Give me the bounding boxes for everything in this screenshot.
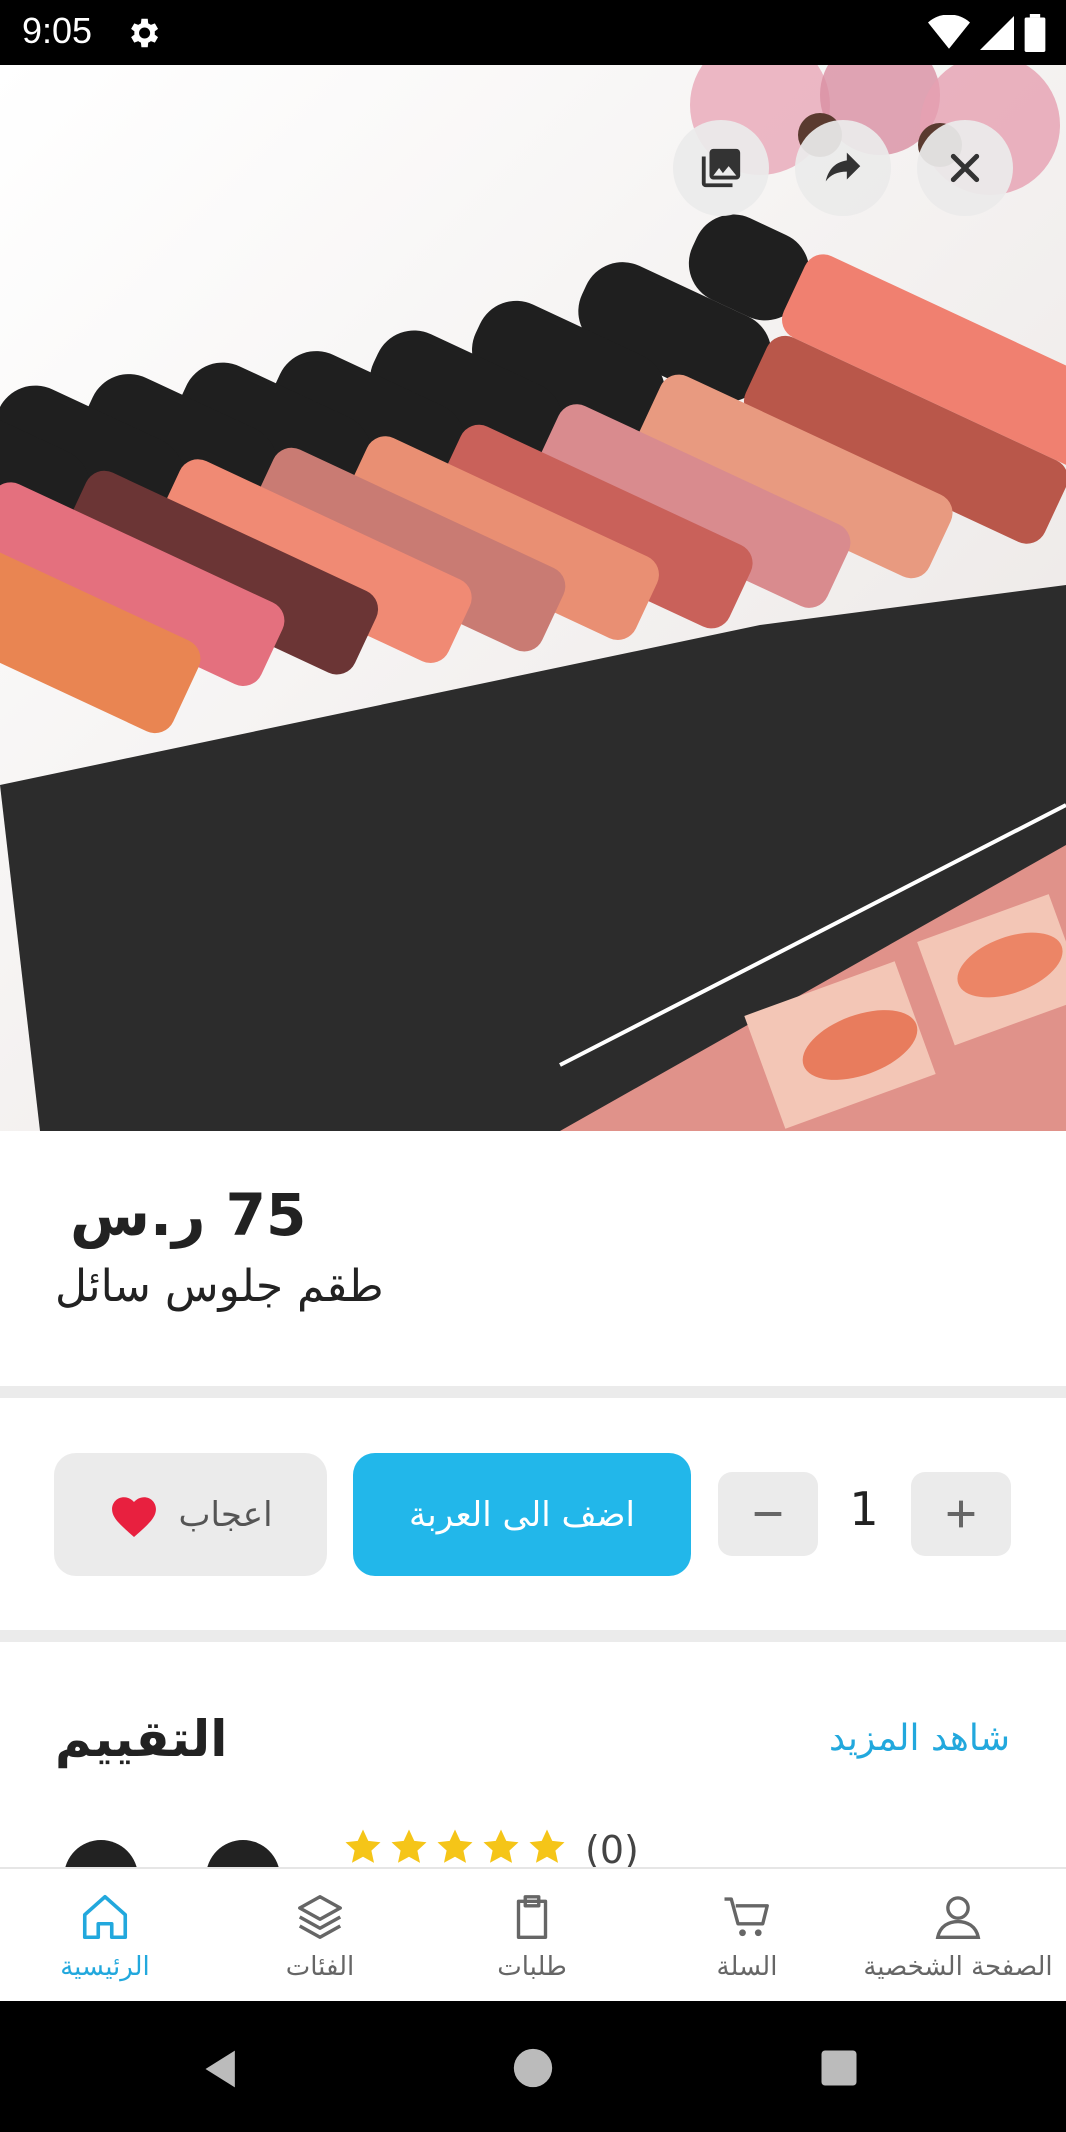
product-photo <box>0 65 1066 1131</box>
product-image[interactable] <box>0 65 1066 1131</box>
rating-stars <box>342 1826 568 1868</box>
decrease-quantity-button[interactable] <box>718 1472 818 1556</box>
status-icons <box>928 14 1046 52</box>
like-label: اعجاب <box>178 1494 273 1535</box>
share-button[interactable] <box>795 120 891 216</box>
star-icon <box>483 1829 519 1863</box>
star-icon <box>391 1829 427 1863</box>
star-icon <box>529 1829 565 1863</box>
nav-item-orders[interactable]: طلبات <box>467 1869 597 2003</box>
clipboard-icon <box>516 1895 548 1939</box>
nav-label-categories: الفئات <box>285 1952 355 1982</box>
plus-icon <box>947 1500 975 1528</box>
product-title: طقم جلوس سائل <box>55 1261 384 1312</box>
nav-label-orders: طلبات <box>497 1952 567 1982</box>
see-more-link[interactable]: شاهد المزيد <box>829 1718 1010 1759</box>
gallery-icon <box>701 148 741 188</box>
divider <box>0 1630 1066 1642</box>
add-to-cart-label: اضف الى العربة <box>409 1494 635 1535</box>
rating-title: التقييم <box>55 1710 228 1768</box>
nav-item-categories[interactable]: الفئات <box>255 1869 385 2003</box>
system-navigation-bar <box>0 2001 1066 2132</box>
nav-label-cart: السلة <box>716 1952 778 1982</box>
settings-gear-icon <box>131 18 159 48</box>
cell-signal-icon <box>980 16 1014 50</box>
nav-item-home[interactable]: الرئيسية <box>40 1869 170 2003</box>
gallery-button[interactable] <box>673 120 769 216</box>
rating-count: (0) <box>585 1828 639 1872</box>
nav-item-profile[interactable]: الصفحة الشخصية <box>858 1869 1058 2003</box>
star-icon <box>345 1829 381 1863</box>
share-arrow-icon <box>825 152 861 182</box>
nav-label-home: الرئيسية <box>60 1952 150 1982</box>
recents-icon[interactable] <box>818 2047 860 2089</box>
battery-icon <box>1024 14 1046 52</box>
product-info: 75 ر.س طقم جلوس سائل <box>0 1131 1066 1386</box>
quantity-value: 1 <box>849 1482 879 1536</box>
add-to-cart-button[interactable]: اضف الى العربة <box>353 1453 691 1576</box>
product-price: 75 ر.س <box>70 1181 307 1249</box>
product-page: 9:05 75 ر.س طقم جلوس سائل اعجاب اضف الى … <box>0 0 1066 2132</box>
nav-label-profile: الصفحة الشخصية <box>863 1952 1053 1982</box>
increase-quantity-button[interactable] <box>911 1472 1011 1556</box>
back-icon[interactable] <box>200 2047 244 2091</box>
minus-icon <box>754 1512 782 1516</box>
layers-icon <box>298 1895 342 1939</box>
wifi-icon <box>928 15 970 49</box>
cart-icon <box>724 1897 769 1937</box>
close-button[interactable] <box>917 120 1013 216</box>
status-bar: 9:05 <box>0 0 1066 65</box>
close-icon <box>950 153 980 183</box>
heart-icon <box>112 1496 157 1537</box>
like-button[interactable]: اعجاب <box>54 1453 327 1576</box>
home-icon <box>82 1894 128 1940</box>
home-circle-icon[interactable] <box>510 2045 556 2091</box>
user-icon <box>935 1896 981 1939</box>
divider <box>0 1386 1066 1398</box>
nav-item-cart[interactable]: السلة <box>682 1869 812 2003</box>
bottom-navigation: الرئيسية الفئات طلبات السلة الصفحة الشخص… <box>0 1867 1066 2001</box>
status-time: 9:05 <box>22 10 93 51</box>
star-icon <box>437 1829 473 1863</box>
